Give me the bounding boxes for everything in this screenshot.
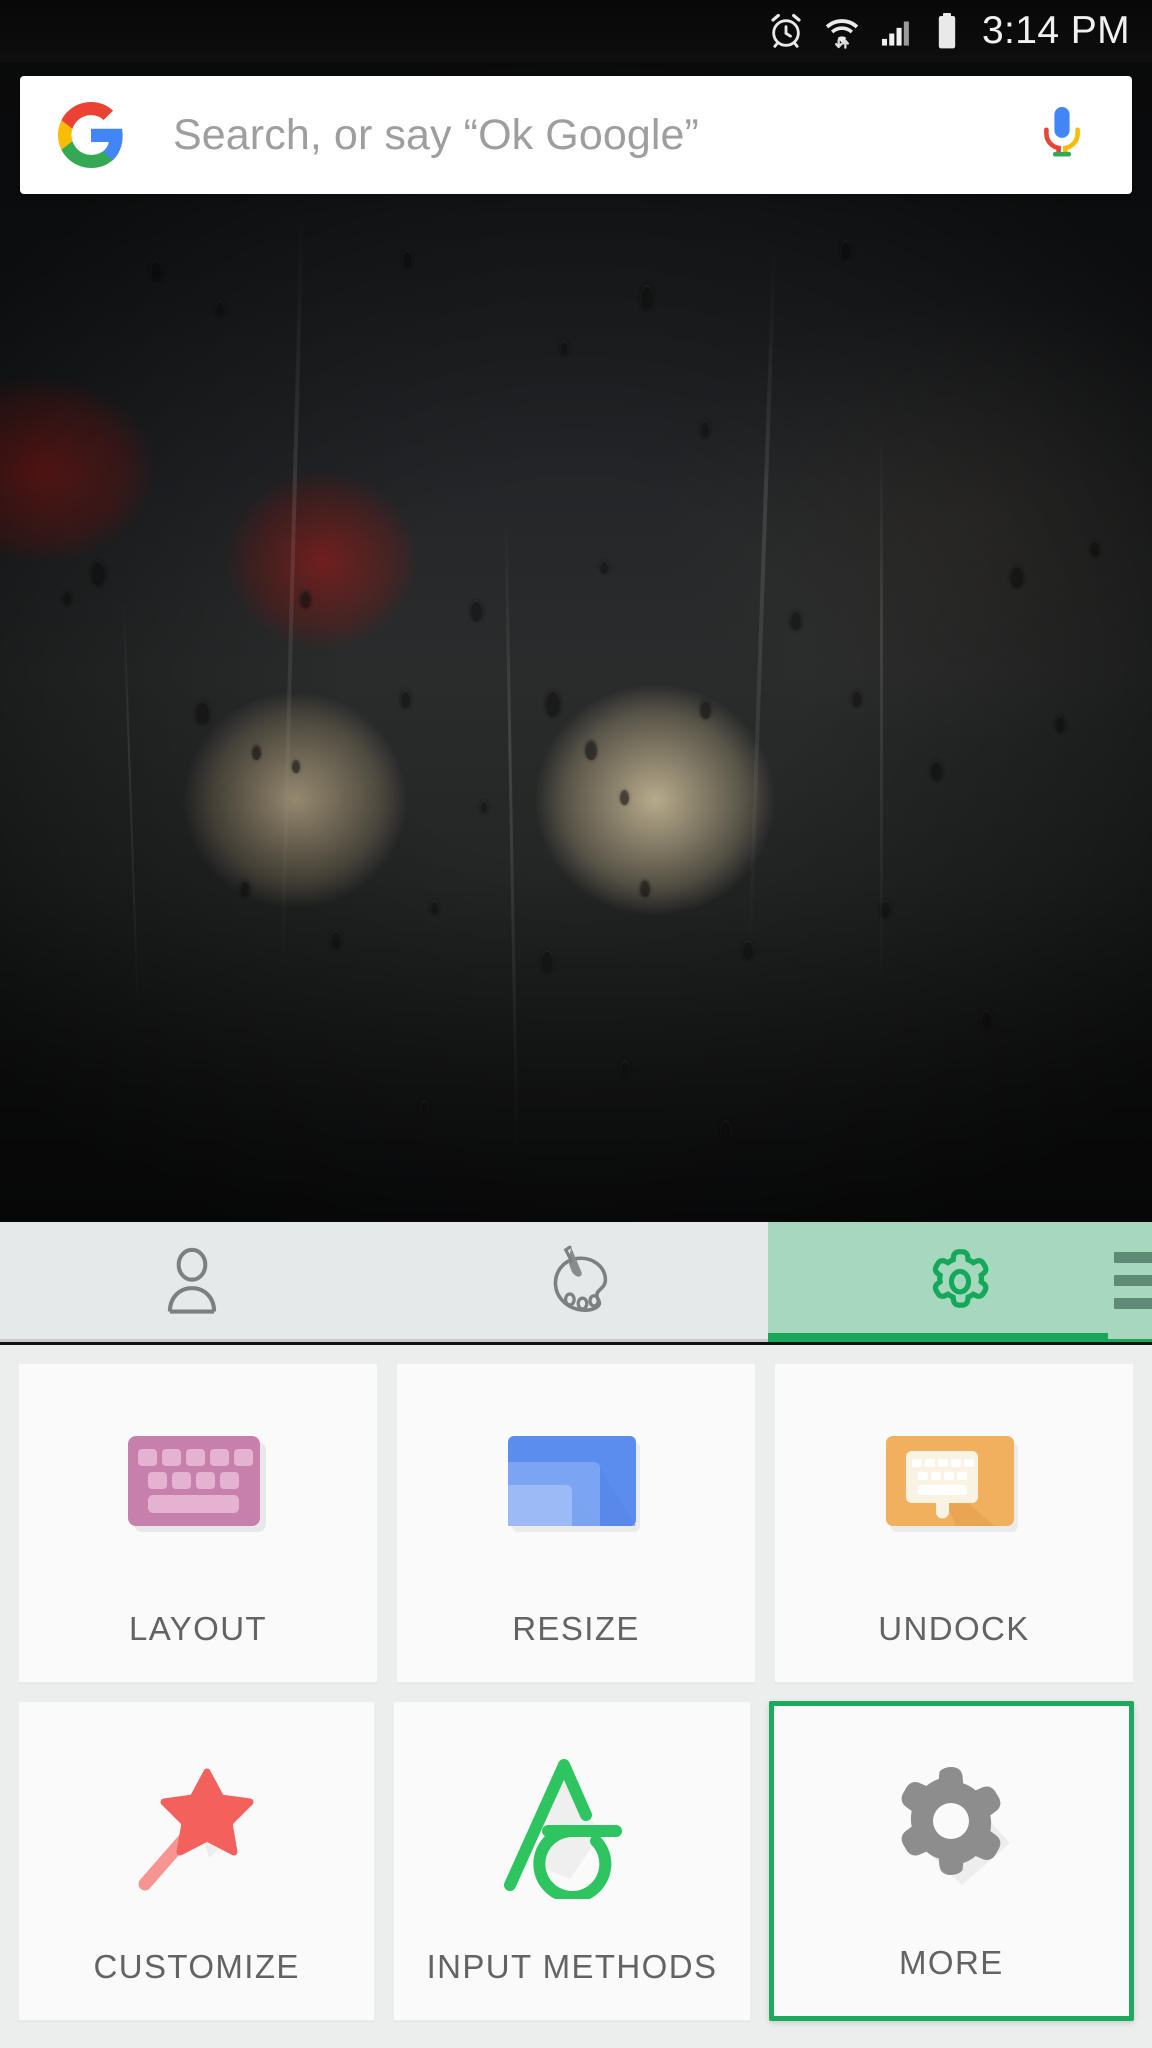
card-layout[interactable]: LAYOUT <box>18 1363 378 1683</box>
battery-icon <box>938 13 956 49</box>
card-label: MORE <box>899 1944 1004 1981</box>
card-input-methods[interactable]: INPUT METHODS <box>393 1701 751 2021</box>
google-mic-icon[interactable] <box>1038 105 1086 165</box>
card-more[interactable]: MORE <box>768 1701 1134 2021</box>
status-bar: 3:14 PM <box>0 0 1152 62</box>
resize-windows-icon <box>476 1406 676 1566</box>
person-icon <box>167 1247 217 1314</box>
tab-settings[interactable] <box>768 1222 1152 1342</box>
keyboard-layout-icon <box>98 1406 298 1566</box>
tab-theme[interactable] <box>384 1222 768 1339</box>
gear-outline-icon <box>932 1248 989 1308</box>
overflow-menu-button[interactable] <box>1108 1222 1152 1339</box>
google-g-icon <box>57 102 123 168</box>
alarm-icon <box>771 13 801 48</box>
card-label: INPUT METHODS <box>426 1948 718 1985</box>
palette-icon <box>553 1245 608 1312</box>
keyboard-settings-tab-bar[interactable] <box>0 1222 1152 1342</box>
status-bar-clock: 3:14 PM <box>981 9 1130 52</box>
card-resize[interactable]: RESIZE <box>396 1363 756 1683</box>
card-label: CUSTOMIZE <box>93 1948 300 1985</box>
card-row: LAYOUT RESIZE UNDOCK <box>18 1363 1134 1683</box>
settings-card-grid: LAYOUT RESIZE UNDOCK CUSTOMIZE INPUT MET… <box>0 1345 1152 2048</box>
card-customize[interactable]: CUSTOMIZE <box>18 1701 376 2021</box>
hamburger-menu-icon <box>1114 1252 1152 1263</box>
card-label: LAYOUT <box>129 1610 267 1647</box>
google-search-bar[interactable]: Search, or say “Ok Google” <box>20 76 1132 194</box>
card-row: CUSTOMIZE INPUT METHODS MORE <box>18 1701 1134 2021</box>
magic-wand-icon <box>97 1744 297 1904</box>
search-input-placeholder[interactable]: Search, or say “Ok Google” <box>173 111 1038 160</box>
gear-solid-icon <box>851 1748 1051 1908</box>
undock-keyboard-icon <box>854 1406 1054 1566</box>
cellular-signal-icon <box>881 21 909 46</box>
tab-account[interactable] <box>0 1222 384 1339</box>
card-label: RESIZE <box>512 1610 640 1647</box>
hamburger-menu-icon <box>1114 1298 1152 1309</box>
hamburger-menu-icon <box>1114 1275 1152 1286</box>
input-methods-icon <box>472 1744 672 1904</box>
wifi-icon <box>825 19 859 49</box>
card-undock[interactable]: UNDOCK <box>774 1363 1134 1683</box>
card-label: UNDOCK <box>878 1610 1030 1647</box>
